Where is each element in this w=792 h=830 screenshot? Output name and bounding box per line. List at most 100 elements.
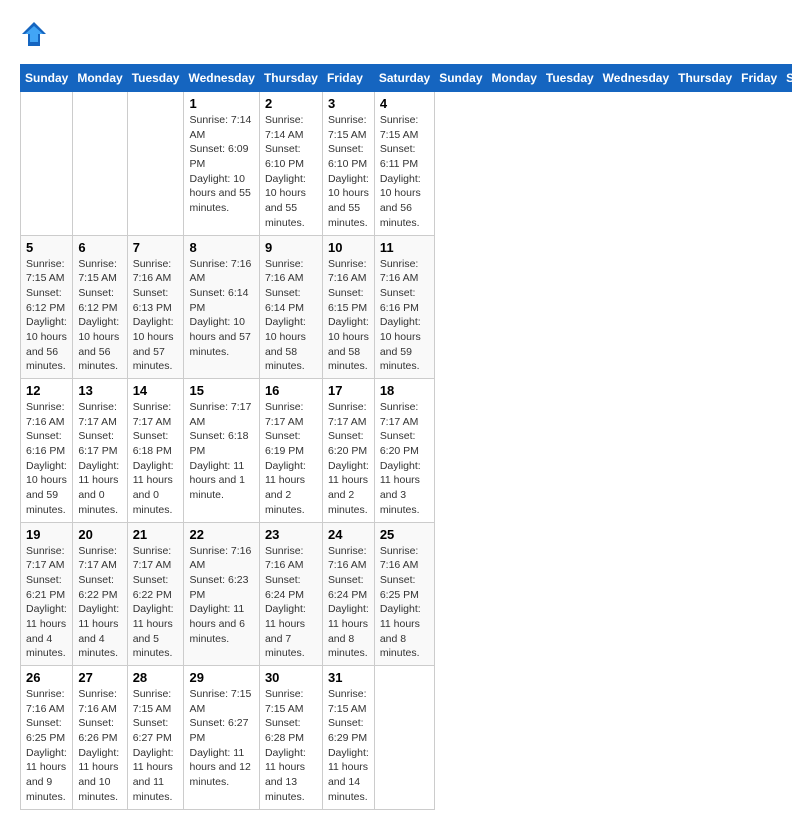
- day-cell: 30Sunrise: 7:15 AM Sunset: 6:28 PM Dayli…: [259, 666, 322, 810]
- week-row-1: 1Sunrise: 7:14 AM Sunset: 6:09 PM Daylig…: [21, 92, 792, 236]
- day-info: Sunrise: 7:17 AM Sunset: 6:20 PM Dayligh…: [328, 400, 369, 518]
- day-cell: 3 Sunrise: 7:15 AM Sunset: 6:10 PM Daylig…: [322, 92, 374, 236]
- day-info: Sunrise: 7:15 AM Sunset: 6:10 PM Dayligh…: [328, 113, 369, 231]
- day-cell: 26 Sunrise: 7:16 AM Sunset: 6:25 PM Dayli…: [21, 666, 73, 810]
- day-number: 3: [328, 96, 369, 111]
- day-cell: 21Sunrise: 7:17 AM Sunset: 6:22 PM Dayli…: [127, 522, 184, 666]
- day-cell: 6 Sunrise: 7:15 AM Sunset: 6:12 PM Daylig…: [73, 235, 127, 379]
- day-number: 28: [133, 670, 179, 685]
- header-row: SundayMondayTuesdayWednesdayThursdayFrid…: [21, 65, 792, 92]
- day-number: 15: [189, 383, 253, 398]
- day-info: Sunrise: 7:17 AM Sunset: 6:20 PM Dayligh…: [380, 400, 429, 518]
- week-row-2: 5 Sunrise: 7:15 AM Sunset: 6:12 PM Daylig…: [21, 235, 792, 379]
- logo-icon: [20, 20, 48, 48]
- day-number: 14: [133, 383, 179, 398]
- day-info: Sunrise: 7:16 AM Sunset: 6:25 PM Dayligh…: [380, 544, 429, 662]
- day-info: Sunrise: 7:17 AM Sunset: 6:22 PM Dayligh…: [133, 544, 179, 662]
- col-header-tuesday: Tuesday: [127, 65, 184, 92]
- day-info: Sunrise: 7:16 AM Sunset: 6:24 PM Dayligh…: [265, 544, 317, 662]
- day-info: Sunrise: 7:15 AM Sunset: 6:12 PM Dayligh…: [78, 257, 121, 375]
- day-number: 24: [328, 527, 369, 542]
- day-info: Sunrise: 7:16 AM Sunset: 6:15 PM Dayligh…: [328, 257, 369, 375]
- day-info: Sunrise: 7:16 AM Sunset: 6:16 PM Dayligh…: [26, 400, 67, 518]
- day-number: 20: [78, 527, 121, 542]
- col-header-friday: Friday: [322, 65, 374, 92]
- col-header-saturday: Saturday: [374, 65, 434, 92]
- day-info: Sunrise: 7:17 AM Sunset: 6:18 PM Dayligh…: [189, 400, 253, 503]
- col-header-thursday: Thursday: [674, 65, 737, 92]
- day-info: Sunrise: 7:16 AM Sunset: 6:13 PM Dayligh…: [133, 257, 179, 375]
- day-number: 10: [328, 240, 369, 255]
- day-cell: 25Sunrise: 7:16 AM Sunset: 6:25 PM Dayli…: [374, 522, 434, 666]
- day-cell: 7Sunrise: 7:16 AM Sunset: 6:13 PM Daylig…: [127, 235, 184, 379]
- day-cell: 4 Sunrise: 7:15 AM Sunset: 6:11 PM Daylig…: [374, 92, 434, 236]
- day-info: Sunrise: 7:16 AM Sunset: 6:25 PM Dayligh…: [26, 687, 67, 805]
- day-cell: 9 Sunrise: 7:16 AM Sunset: 6:14 PM Daylig…: [259, 235, 322, 379]
- day-number: 6: [78, 240, 121, 255]
- day-number: 1: [189, 96, 253, 111]
- day-info: Sunrise: 7:16 AM Sunset: 6:14 PM Dayligh…: [265, 257, 317, 375]
- day-info: Sunrise: 7:15 AM Sunset: 6:11 PM Dayligh…: [380, 113, 429, 231]
- day-cell: [374, 666, 434, 810]
- col-header-monday: Monday: [487, 65, 541, 92]
- day-cell: 19 Sunrise: 7:17 AM Sunset: 6:21 PM Dayli…: [21, 522, 73, 666]
- day-cell: 15 Sunrise: 7:17 AM Sunset: 6:18 PM Dayli…: [184, 379, 259, 523]
- day-info: Sunrise: 7:17 AM Sunset: 6:18 PM Dayligh…: [133, 400, 179, 518]
- day-cell: 24 Sunrise: 7:16 AM Sunset: 6:24 PM Dayli…: [322, 522, 374, 666]
- calendar-table: SundayMondayTuesdayWednesdayThursdayFrid…: [20, 64, 792, 810]
- day-cell: [21, 92, 73, 236]
- day-cell: [73, 92, 127, 236]
- day-number: 23: [265, 527, 317, 542]
- logo: [20, 20, 52, 48]
- day-cell: 13 Sunrise: 7:17 AM Sunset: 6:17 PM Dayli…: [73, 379, 127, 523]
- day-info: Sunrise: 7:17 AM Sunset: 6:17 PM Dayligh…: [78, 400, 121, 518]
- day-info: Sunrise: 7:16 AM Sunset: 6:26 PM Dayligh…: [78, 687, 121, 805]
- day-number: 27: [78, 670, 121, 685]
- day-info: Sunrise: 7:15 AM Sunset: 6:27 PM Dayligh…: [133, 687, 179, 805]
- day-number: 11: [380, 240, 429, 255]
- day-cell: 31 Sunrise: 7:15 AM Sunset: 6:29 PM Dayli…: [322, 666, 374, 810]
- day-cell: 18Sunrise: 7:17 AM Sunset: 6:20 PM Dayli…: [374, 379, 434, 523]
- day-cell: 11 Sunrise: 7:16 AM Sunset: 6:16 PM Dayli…: [374, 235, 434, 379]
- day-cell: 14 Sunrise: 7:17 AM Sunset: 6:18 PM Dayli…: [127, 379, 184, 523]
- col-header-friday: Friday: [737, 65, 782, 92]
- day-cell: [127, 92, 184, 236]
- day-info: Sunrise: 7:17 AM Sunset: 6:22 PM Dayligh…: [78, 544, 121, 662]
- day-number: 9: [265, 240, 317, 255]
- day-cell: 22 Sunrise: 7:16 AM Sunset: 6:23 PM Dayli…: [184, 522, 259, 666]
- day-number: 5: [26, 240, 67, 255]
- col-header-sunday: Sunday: [21, 65, 73, 92]
- day-info: Sunrise: 7:16 AM Sunset: 6:24 PM Dayligh…: [328, 544, 369, 662]
- day-info: Sunrise: 7:16 AM Sunset: 6:14 PM Dayligh…: [189, 257, 253, 360]
- day-info: Sunrise: 7:17 AM Sunset: 6:21 PM Dayligh…: [26, 544, 67, 662]
- col-header-wednesday: Wednesday: [598, 65, 673, 92]
- col-header-wednesday: Wednesday: [184, 65, 259, 92]
- day-info: Sunrise: 7:16 AM Sunset: 6:23 PM Dayligh…: [189, 544, 253, 647]
- day-cell: 28 Sunrise: 7:15 AM Sunset: 6:27 PM Dayli…: [127, 666, 184, 810]
- col-header-sunday: Sunday: [435, 65, 487, 92]
- col-header-monday: Monday: [73, 65, 127, 92]
- day-cell: 16Sunrise: 7:17 AM Sunset: 6:19 PM Dayli…: [259, 379, 322, 523]
- day-cell: 29Sunrise: 7:15 AM Sunset: 6:27 PM Dayli…: [184, 666, 259, 810]
- day-info: Sunrise: 7:15 AM Sunset: 6:29 PM Dayligh…: [328, 687, 369, 805]
- day-number: 16: [265, 383, 317, 398]
- day-number: 12: [26, 383, 67, 398]
- day-cell: 1Sunrise: 7:14 AM Sunset: 6:09 PM Daylig…: [184, 92, 259, 236]
- day-number: 17: [328, 383, 369, 398]
- page-header: [20, 20, 772, 48]
- day-cell: 2Sunrise: 7:14 AM Sunset: 6:10 PM Daylig…: [259, 92, 322, 236]
- day-info: Sunrise: 7:14 AM Sunset: 6:10 PM Dayligh…: [265, 113, 317, 231]
- day-info: Sunrise: 7:15 AM Sunset: 6:28 PM Dayligh…: [265, 687, 317, 805]
- day-number: 13: [78, 383, 121, 398]
- day-number: 31: [328, 670, 369, 685]
- col-header-tuesday: Tuesday: [541, 65, 598, 92]
- day-number: 4: [380, 96, 429, 111]
- day-info: Sunrise: 7:16 AM Sunset: 6:16 PM Dayligh…: [380, 257, 429, 375]
- day-number: 8: [189, 240, 253, 255]
- day-cell: 27 Sunrise: 7:16 AM Sunset: 6:26 PM Dayli…: [73, 666, 127, 810]
- day-number: 29: [189, 670, 253, 685]
- day-info: Sunrise: 7:15 AM Sunset: 6:12 PM Dayligh…: [26, 257, 67, 375]
- day-number: 22: [189, 527, 253, 542]
- day-number: 19: [26, 527, 67, 542]
- day-number: 26: [26, 670, 67, 685]
